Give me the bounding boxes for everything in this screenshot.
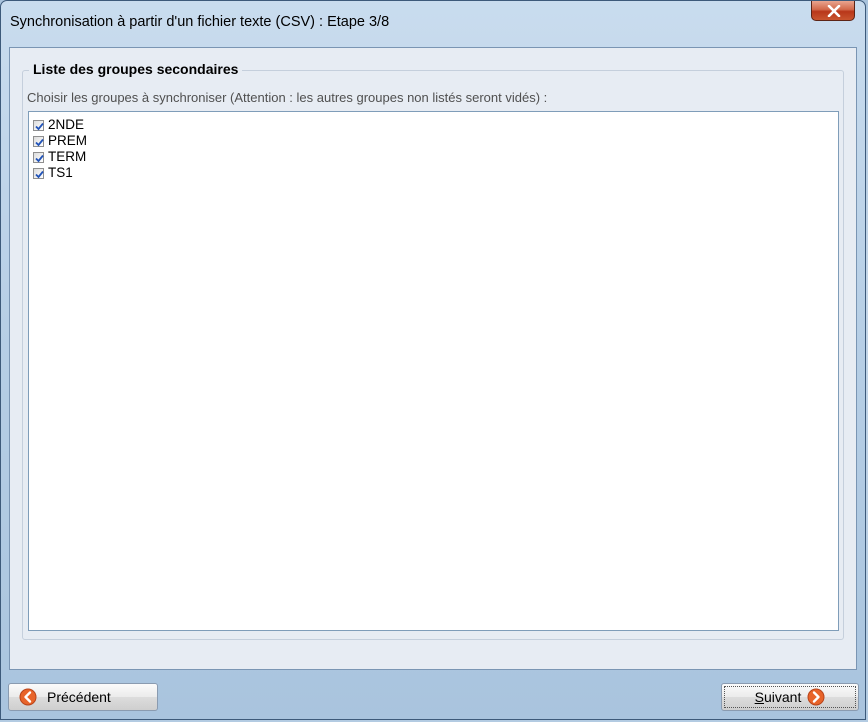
next-label-rest: uivant <box>763 689 802 705</box>
checkmark-icon <box>35 154 44 162</box>
item-label: TS1 <box>48 165 73 180</box>
title-bar[interactable]: Synchronisation à partir d'un fichier te… <box>1 1 865 47</box>
next-accelerator-key: S <box>754 689 764 705</box>
groups-checklist[interactable]: 2NDE PREM TERM TS1 <box>28 111 839 631</box>
arrow-left-icon <box>19 688 37 706</box>
list-item[interactable]: 2NDE <box>29 117 838 133</box>
checkbox[interactable] <box>33 167 44 179</box>
list-item[interactable]: TERM <box>29 149 838 165</box>
checkmark-icon <box>35 122 44 130</box>
dialog-window: Synchronisation à partir d'un fichier te… <box>0 0 866 720</box>
close-button[interactable] <box>811 1 855 21</box>
item-label: 2NDE <box>48 117 85 132</box>
checkbox[interactable] <box>33 151 44 163</box>
close-icon <box>827 5 841 17</box>
item-label: TERM <box>48 149 87 164</box>
next-button-label: Suivant <box>755 689 802 705</box>
checkbox[interactable] <box>33 119 44 131</box>
instruction-text: Choisir les groupes à synchroniser (Atte… <box>27 90 548 105</box>
list-item[interactable]: TS1 <box>29 165 838 181</box>
next-button[interactable]: Suivant <box>721 683 859 711</box>
checkmark-icon <box>35 138 44 146</box>
window-title: Synchronisation à partir d'un fichier te… <box>10 14 390 30</box>
checkmark-icon <box>35 170 44 178</box>
arrow-right-icon <box>807 688 825 706</box>
dialog-client-area: Liste des groupes secondaires Choisir le… <box>9 47 857 670</box>
groupbox-title: Liste des groupes secondaires <box>29 61 243 77</box>
list-item[interactable]: PREM <box>29 133 838 149</box>
item-label: PREM <box>48 133 88 148</box>
checkbox[interactable] <box>33 135 44 147</box>
previous-button-label: Précédent <box>47 689 111 705</box>
previous-button[interactable]: Précédent <box>8 683 158 711</box>
